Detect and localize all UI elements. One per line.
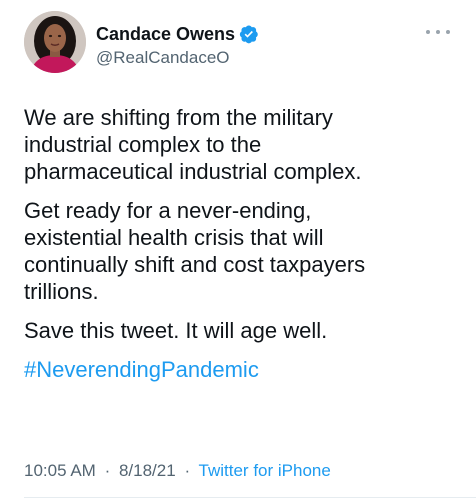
tweet-body: We are shifting from the military indust… xyxy=(24,104,464,383)
author-identity[interactable]: Candace Owens @RealCandaceO xyxy=(96,23,259,69)
more-options-icon[interactable] xyxy=(426,25,450,39)
dot xyxy=(426,30,430,34)
avatar[interactable] xyxy=(24,11,86,73)
meta-separator: · xyxy=(104,461,111,480)
display-name[interactable]: Candace Owens xyxy=(96,23,235,45)
name-row: Candace Owens xyxy=(96,23,259,45)
author-handle[interactable]: @RealCandaceO xyxy=(96,47,259,69)
dot xyxy=(436,30,440,34)
tweet-meta: 10:05 AM · 8/18/21 · Twitter for iPhone xyxy=(24,460,331,482)
dot xyxy=(446,30,450,34)
tweet-date[interactable]: 8/18/21 xyxy=(119,461,176,480)
divider xyxy=(24,497,476,498)
tweet-paragraph: Save this tweet. It will age well. xyxy=(24,318,328,343)
profile-photo-icon xyxy=(24,11,86,73)
hashtag-link[interactable]: #NeverendingPandemic xyxy=(24,356,464,383)
tweet-source-link[interactable]: Twitter for iPhone xyxy=(199,461,331,480)
meta-separator: · xyxy=(184,461,191,480)
tweet-card: Candace Owens @RealCandaceO We are shift… xyxy=(0,0,476,500)
tweet-paragraph: We are shifting from the military indust… xyxy=(24,105,362,184)
verified-badge-icon xyxy=(239,24,259,44)
tweet-header: Candace Owens @RealCandaceO xyxy=(24,11,452,81)
tweet-time[interactable]: 10:05 AM xyxy=(24,461,96,480)
tweet-paragraph: Get ready for a never-ending, existentia… xyxy=(24,198,366,304)
